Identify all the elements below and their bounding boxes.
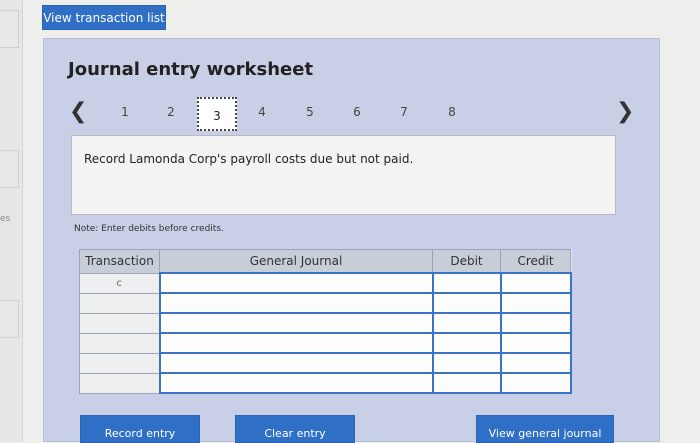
chevron-right-icon[interactable]: ❯ bbox=[616, 99, 634, 124]
table-row bbox=[79, 332, 572, 354]
debit-input[interactable] bbox=[431, 332, 502, 354]
header-general-journal: General Journal bbox=[159, 249, 433, 274]
sidebar-text: es bbox=[0, 214, 11, 224]
account-input[interactable] bbox=[158, 352, 434, 374]
view-transaction-list-button[interactable]: View transaction list bbox=[42, 5, 166, 30]
table-row: c bbox=[79, 272, 572, 294]
credit-input[interactable] bbox=[499, 352, 572, 374]
transaction-cell bbox=[79, 332, 160, 354]
chevron-left-icon[interactable]: ❮ bbox=[69, 99, 87, 124]
debit-input[interactable] bbox=[431, 292, 502, 314]
sidebar-box bbox=[0, 10, 19, 48]
transaction-cell bbox=[79, 292, 160, 314]
page-7[interactable]: 7 bbox=[394, 105, 414, 119]
credit-input[interactable] bbox=[499, 312, 572, 334]
header-credit: Credit bbox=[500, 249, 571, 274]
table-row bbox=[79, 372, 572, 394]
account-input[interactable] bbox=[158, 312, 434, 334]
table-row bbox=[79, 292, 572, 314]
credit-input[interactable] bbox=[499, 332, 572, 354]
worksheet-title: Journal entry worksheet bbox=[68, 59, 314, 80]
account-input[interactable] bbox=[158, 292, 434, 314]
clear-entry-button[interactable]: Clear entry bbox=[235, 415, 355, 443]
debit-input[interactable] bbox=[431, 272, 502, 294]
record-entry-button[interactable]: Record entry bbox=[80, 415, 200, 443]
transaction-cell bbox=[79, 372, 160, 394]
page-2[interactable]: 2 bbox=[161, 105, 181, 119]
page-3-current[interactable]: 3 bbox=[197, 97, 237, 131]
credit-input[interactable] bbox=[499, 292, 572, 314]
instruction-text: Record Lamonda Corp's payroll costs due … bbox=[84, 152, 414, 166]
left-sidebar-fragment: es bbox=[0, 0, 23, 442]
table-row bbox=[79, 312, 572, 334]
debit-input[interactable] bbox=[431, 352, 502, 374]
account-input[interactable] bbox=[158, 372, 434, 394]
journal-entry-worksheet-panel: Journal entry worksheet ❮ 1 2 3 4 5 6 7 … bbox=[43, 38, 660, 443]
sidebar-box bbox=[0, 150, 19, 188]
page-8[interactable]: 8 bbox=[442, 105, 462, 119]
credit-input[interactable] bbox=[499, 272, 572, 294]
header-debit: Debit bbox=[432, 249, 501, 274]
debit-input[interactable] bbox=[431, 312, 502, 334]
table-row bbox=[79, 352, 572, 374]
header-transaction: Transaction bbox=[79, 249, 160, 274]
table-header-row: Transaction General Journal Debit Credit bbox=[79, 249, 571, 274]
view-general-journal-button[interactable]: View general journal bbox=[476, 415, 614, 443]
note-text: Note: Enter debits before credits. bbox=[74, 224, 224, 234]
account-input[interactable] bbox=[158, 272, 434, 294]
page-6[interactable]: 6 bbox=[347, 105, 367, 119]
transaction-cell bbox=[79, 352, 160, 374]
sidebar-box bbox=[0, 300, 19, 338]
page-1[interactable]: 1 bbox=[115, 105, 135, 119]
instruction-box: Record Lamonda Corp's payroll costs due … bbox=[71, 135, 616, 215]
transaction-cell bbox=[79, 312, 160, 334]
transaction-cell: c bbox=[79, 272, 160, 294]
page-4[interactable]: 4 bbox=[252, 105, 272, 119]
credit-input[interactable] bbox=[499, 372, 572, 394]
worksheet-pager: ❮ 1 2 3 4 5 6 7 8 ❯ bbox=[44, 93, 659, 133]
account-input[interactable] bbox=[158, 332, 434, 354]
journal-table: Transaction General Journal Debit Credit… bbox=[79, 249, 572, 394]
debit-input[interactable] bbox=[431, 372, 502, 394]
page-5[interactable]: 5 bbox=[300, 105, 320, 119]
